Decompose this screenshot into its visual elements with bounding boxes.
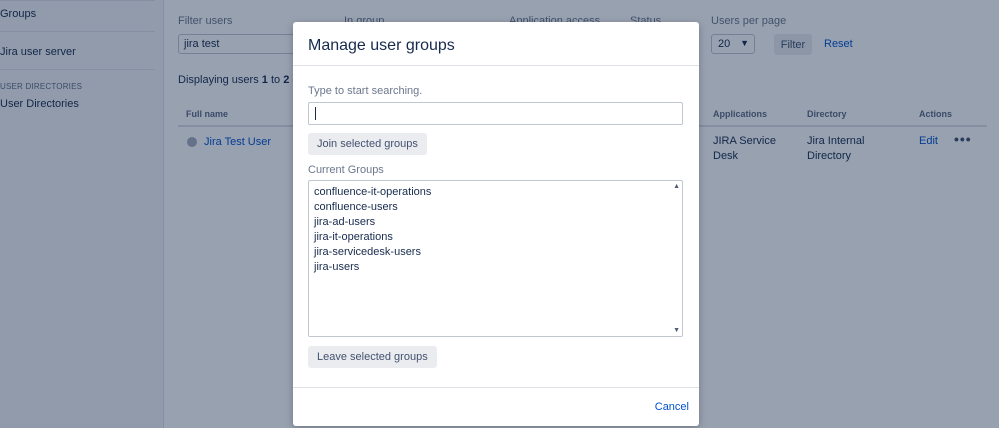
leave-selected-groups-button[interactable]: Leave selected groups <box>308 346 437 368</box>
scroll-down-icon[interactable]: ▼ <box>673 327 680 334</box>
current-groups-listbox[interactable]: confluence-it-operations confluence-user… <box>308 180 683 337</box>
list-item[interactable]: confluence-users <box>314 200 677 215</box>
list-item[interactable]: jira-servicedesk-users <box>314 245 677 260</box>
dialog-header-divider <box>293 65 699 66</box>
group-search-input[interactable] <box>308 102 683 125</box>
list-item[interactable]: jira-users <box>314 260 677 275</box>
list-item[interactable]: jira-it-operations <box>314 230 677 245</box>
scroll-up-icon[interactable]: ▲ <box>673 183 680 190</box>
dialog-title: Manage user groups <box>308 37 455 54</box>
list-item[interactable]: confluence-it-operations <box>314 185 677 200</box>
list-item[interactable]: jira-ad-users <box>314 215 677 230</box>
cancel-link[interactable]: Cancel <box>655 401 689 413</box>
join-selected-groups-button[interactable]: Join selected groups <box>308 133 427 155</box>
manage-user-groups-dialog: Manage user groups Type to start searchi… <box>293 22 699 426</box>
dialog-footer-divider <box>293 387 699 388</box>
group-search-label: Type to start searching. <box>308 85 423 97</box>
text-cursor <box>315 107 316 120</box>
current-groups-label: Current Groups <box>308 164 384 176</box>
groups-list: confluence-it-operations confluence-user… <box>309 181 682 279</box>
